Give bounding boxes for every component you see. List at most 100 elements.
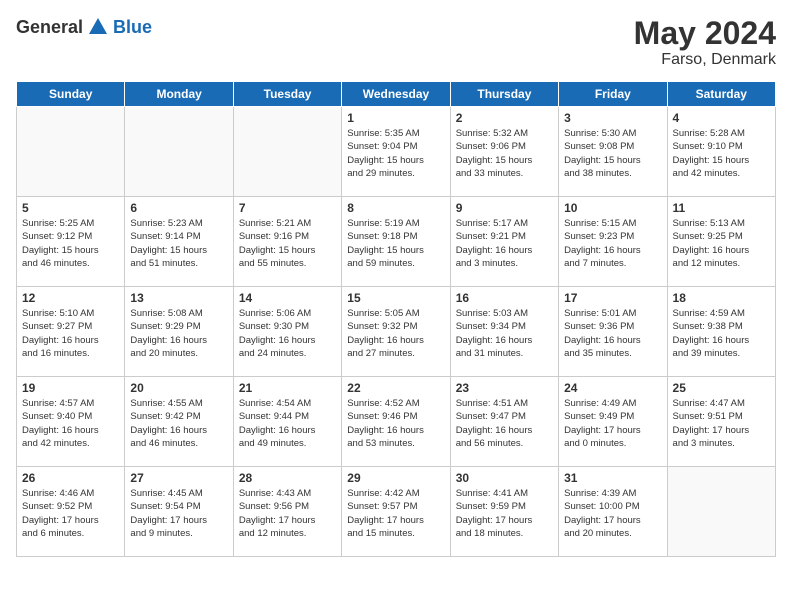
cell-content: Sunrise: 4:42 AM Sunset: 9:57 PM Dayligh… (347, 487, 444, 540)
cal-cell: 24 Sunrise: 4:49 AM Sunset: 9:49 PM Dayli… (559, 377, 667, 467)
day-number: 24 (564, 381, 661, 395)
cell-content: Sunrise: 5:32 AM Sunset: 9:06 PM Dayligh… (456, 127, 553, 180)
page-header: General Blue May 2024 Farso, Denmark (16, 16, 776, 69)
day-number: 9 (456, 201, 553, 215)
day-number: 26 (22, 471, 119, 485)
cell-content: Sunrise: 5:28 AM Sunset: 9:10 PM Dayligh… (673, 127, 770, 180)
day-number: 11 (673, 201, 770, 215)
cal-cell: 16Sunrise: 5:03 AM Sunset: 9:34 PM Dayli… (450, 287, 558, 377)
cell-content: Sunrise: 5:35 AM Sunset: 9:04 PM Dayligh… (347, 127, 444, 180)
cal-cell: 31 Sunrise: 4:39 AM Sunset: 10:00 PM Dayl… (559, 467, 667, 557)
cal-cell: 4 Sunrise: 5:28 AM Sunset: 9:10 PM Daylig… (667, 107, 775, 197)
day-number: 18 (673, 291, 770, 305)
logo-icon (87, 16, 109, 38)
cal-cell: 20 Sunrise: 4:55 AM Sunset: 9:42 PM Dayli… (125, 377, 233, 467)
day-number: 25 (673, 381, 770, 395)
cell-content: Sunrise: 4:51 AM Sunset: 9:47 PM Dayligh… (456, 397, 553, 450)
day-number: 20 (130, 381, 227, 395)
logo: General Blue (16, 16, 152, 38)
cell-content: Sunrise: 4:52 AM Sunset: 9:46 PM Dayligh… (347, 397, 444, 450)
cal-cell: 13 Sunrise: 5:08 AM Sunset: 9:29 PM Dayli… (125, 287, 233, 377)
day-number: 13 (130, 291, 227, 305)
week-row-4: 26 Sunrise: 4:46 AM Sunset: 9:52 PM Dayli… (17, 467, 776, 557)
cell-content: Sunrise: 4:39 AM Sunset: 10:00 PM Daylig… (564, 487, 661, 540)
cal-cell (233, 107, 341, 197)
title-block: May 2024 Farso, Denmark (634, 16, 776, 69)
cell-content: Sunrise: 5:06 AM Sunset: 9:30 PM Dayligh… (239, 307, 336, 360)
day-number: 27 (130, 471, 227, 485)
cal-cell: 25 Sunrise: 4:47 AM Sunset: 9:51 PM Dayli… (667, 377, 775, 467)
cal-cell: 28 Sunrise: 4:43 AM Sunset: 9:56 PM Dayli… (233, 467, 341, 557)
day-number: 10 (564, 201, 661, 215)
day-number: 3 (564, 111, 661, 125)
cal-cell: 29Sunrise: 4:42 AM Sunset: 9:57 PM Dayli… (342, 467, 450, 557)
cal-cell: 23 Sunrise: 4:51 AM Sunset: 9:47 PM Dayli… (450, 377, 558, 467)
cell-content: Sunrise: 5:08 AM Sunset: 9:29 PM Dayligh… (130, 307, 227, 360)
calendar-table: SundayMondayTuesdayWednesdayThursdayFrid… (16, 81, 776, 557)
cal-cell: 14 Sunrise: 5:06 AM Sunset: 9:30 PM Dayli… (233, 287, 341, 377)
cal-cell: 1 Sunrise: 5:35 AM Sunset: 9:04 PM Daylig… (342, 107, 450, 197)
cal-cell: 17 Sunrise: 5:01 AM Sunset: 9:36 PM Dayli… (559, 287, 667, 377)
location: Farso, Denmark (634, 51, 776, 69)
day-number: 30 (456, 471, 553, 485)
week-row-0: 1 Sunrise: 5:35 AM Sunset: 9:04 PM Daylig… (17, 107, 776, 197)
cal-cell: 2 Sunrise: 5:32 AM Sunset: 9:06 PM Daylig… (450, 107, 558, 197)
day-header-tuesday: Tuesday (233, 82, 341, 107)
cal-cell: 26 Sunrise: 4:46 AM Sunset: 9:52 PM Dayli… (17, 467, 125, 557)
cal-cell (667, 467, 775, 557)
cell-content: Sunrise: 5:30 AM Sunset: 9:08 PM Dayligh… (564, 127, 661, 180)
cal-cell: 12 Sunrise: 5:10 AM Sunset: 9:27 PM Dayli… (17, 287, 125, 377)
day-number: 6 (130, 201, 227, 215)
day-number: 4 (673, 111, 770, 125)
cell-content: Sunrise: 5:17 AM Sunset: 9:21 PM Dayligh… (456, 217, 553, 270)
cell-content: Sunrise: 4:55 AM Sunset: 9:42 PM Dayligh… (130, 397, 227, 450)
cell-content: Sunrise: 4:46 AM Sunset: 9:52 PM Dayligh… (22, 487, 119, 540)
cal-cell: 21Sunrise: 4:54 AM Sunset: 9:44 PM Dayli… (233, 377, 341, 467)
day-header-monday: Monday (125, 82, 233, 107)
cell-content: Sunrise: 5:13 AM Sunset: 9:25 PM Dayligh… (673, 217, 770, 270)
cal-cell (125, 107, 233, 197)
cell-content: Sunrise: 4:57 AM Sunset: 9:40 PM Dayligh… (22, 397, 119, 450)
cell-content: Sunrise: 5:10 AM Sunset: 9:27 PM Dayligh… (22, 307, 119, 360)
day-number: 23 (456, 381, 553, 395)
week-row-2: 12 Sunrise: 5:10 AM Sunset: 9:27 PM Dayli… (17, 287, 776, 377)
cal-cell: 6Sunrise: 5:23 AM Sunset: 9:14 PM Daylig… (125, 197, 233, 287)
cell-content: Sunrise: 4:45 AM Sunset: 9:54 PM Dayligh… (130, 487, 227, 540)
day-header-saturday: Saturday (667, 82, 775, 107)
cal-cell: 30Sunrise: 4:41 AM Sunset: 9:59 PM Dayli… (450, 467, 558, 557)
day-number: 19 (22, 381, 119, 395)
logo-general: General (16, 17, 83, 38)
cal-cell: 3 Sunrise: 5:30 AM Sunset: 9:08 PM Daylig… (559, 107, 667, 197)
cal-cell: 19 Sunrise: 4:57 AM Sunset: 9:40 PM Dayli… (17, 377, 125, 467)
cal-cell: 22 Sunrise: 4:52 AM Sunset: 9:46 PM Dayli… (342, 377, 450, 467)
day-number: 28 (239, 471, 336, 485)
day-number: 14 (239, 291, 336, 305)
day-header-sunday: Sunday (17, 82, 125, 107)
cell-content: Sunrise: 4:59 AM Sunset: 9:38 PM Dayligh… (673, 307, 770, 360)
cell-content: Sunrise: 4:49 AM Sunset: 9:49 PM Dayligh… (564, 397, 661, 450)
day-header-thursday: Thursday (450, 82, 558, 107)
day-number: 17 (564, 291, 661, 305)
cell-content: Sunrise: 5:19 AM Sunset: 9:18 PM Dayligh… (347, 217, 444, 270)
cell-content: Sunrise: 4:47 AM Sunset: 9:51 PM Dayligh… (673, 397, 770, 450)
day-header-wednesday: Wednesday (342, 82, 450, 107)
day-number: 15 (347, 291, 444, 305)
cell-content: Sunrise: 5:25 AM Sunset: 9:12 PM Dayligh… (22, 217, 119, 270)
cell-content: Sunrise: 4:43 AM Sunset: 9:56 PM Dayligh… (239, 487, 336, 540)
day-number: 12 (22, 291, 119, 305)
day-number: 16 (456, 291, 553, 305)
cal-cell: 10 Sunrise: 5:15 AM Sunset: 9:23 PM Dayli… (559, 197, 667, 287)
cal-cell: 11 Sunrise: 5:13 AM Sunset: 9:25 PM Dayli… (667, 197, 775, 287)
day-header-friday: Friday (559, 82, 667, 107)
cal-cell: 8Sunrise: 5:19 AM Sunset: 9:18 PM Daylig… (342, 197, 450, 287)
day-number: 31 (564, 471, 661, 485)
day-number: 7 (239, 201, 336, 215)
day-number: 2 (456, 111, 553, 125)
cal-cell (17, 107, 125, 197)
cell-content: Sunrise: 5:01 AM Sunset: 9:36 PM Dayligh… (564, 307, 661, 360)
week-row-3: 19 Sunrise: 4:57 AM Sunset: 9:40 PM Dayli… (17, 377, 776, 467)
cell-content: Sunrise: 5:15 AM Sunset: 9:23 PM Dayligh… (564, 217, 661, 270)
cal-cell: 7Sunrise: 5:21 AM Sunset: 9:16 PM Daylig… (233, 197, 341, 287)
day-number: 1 (347, 111, 444, 125)
day-number: 22 (347, 381, 444, 395)
